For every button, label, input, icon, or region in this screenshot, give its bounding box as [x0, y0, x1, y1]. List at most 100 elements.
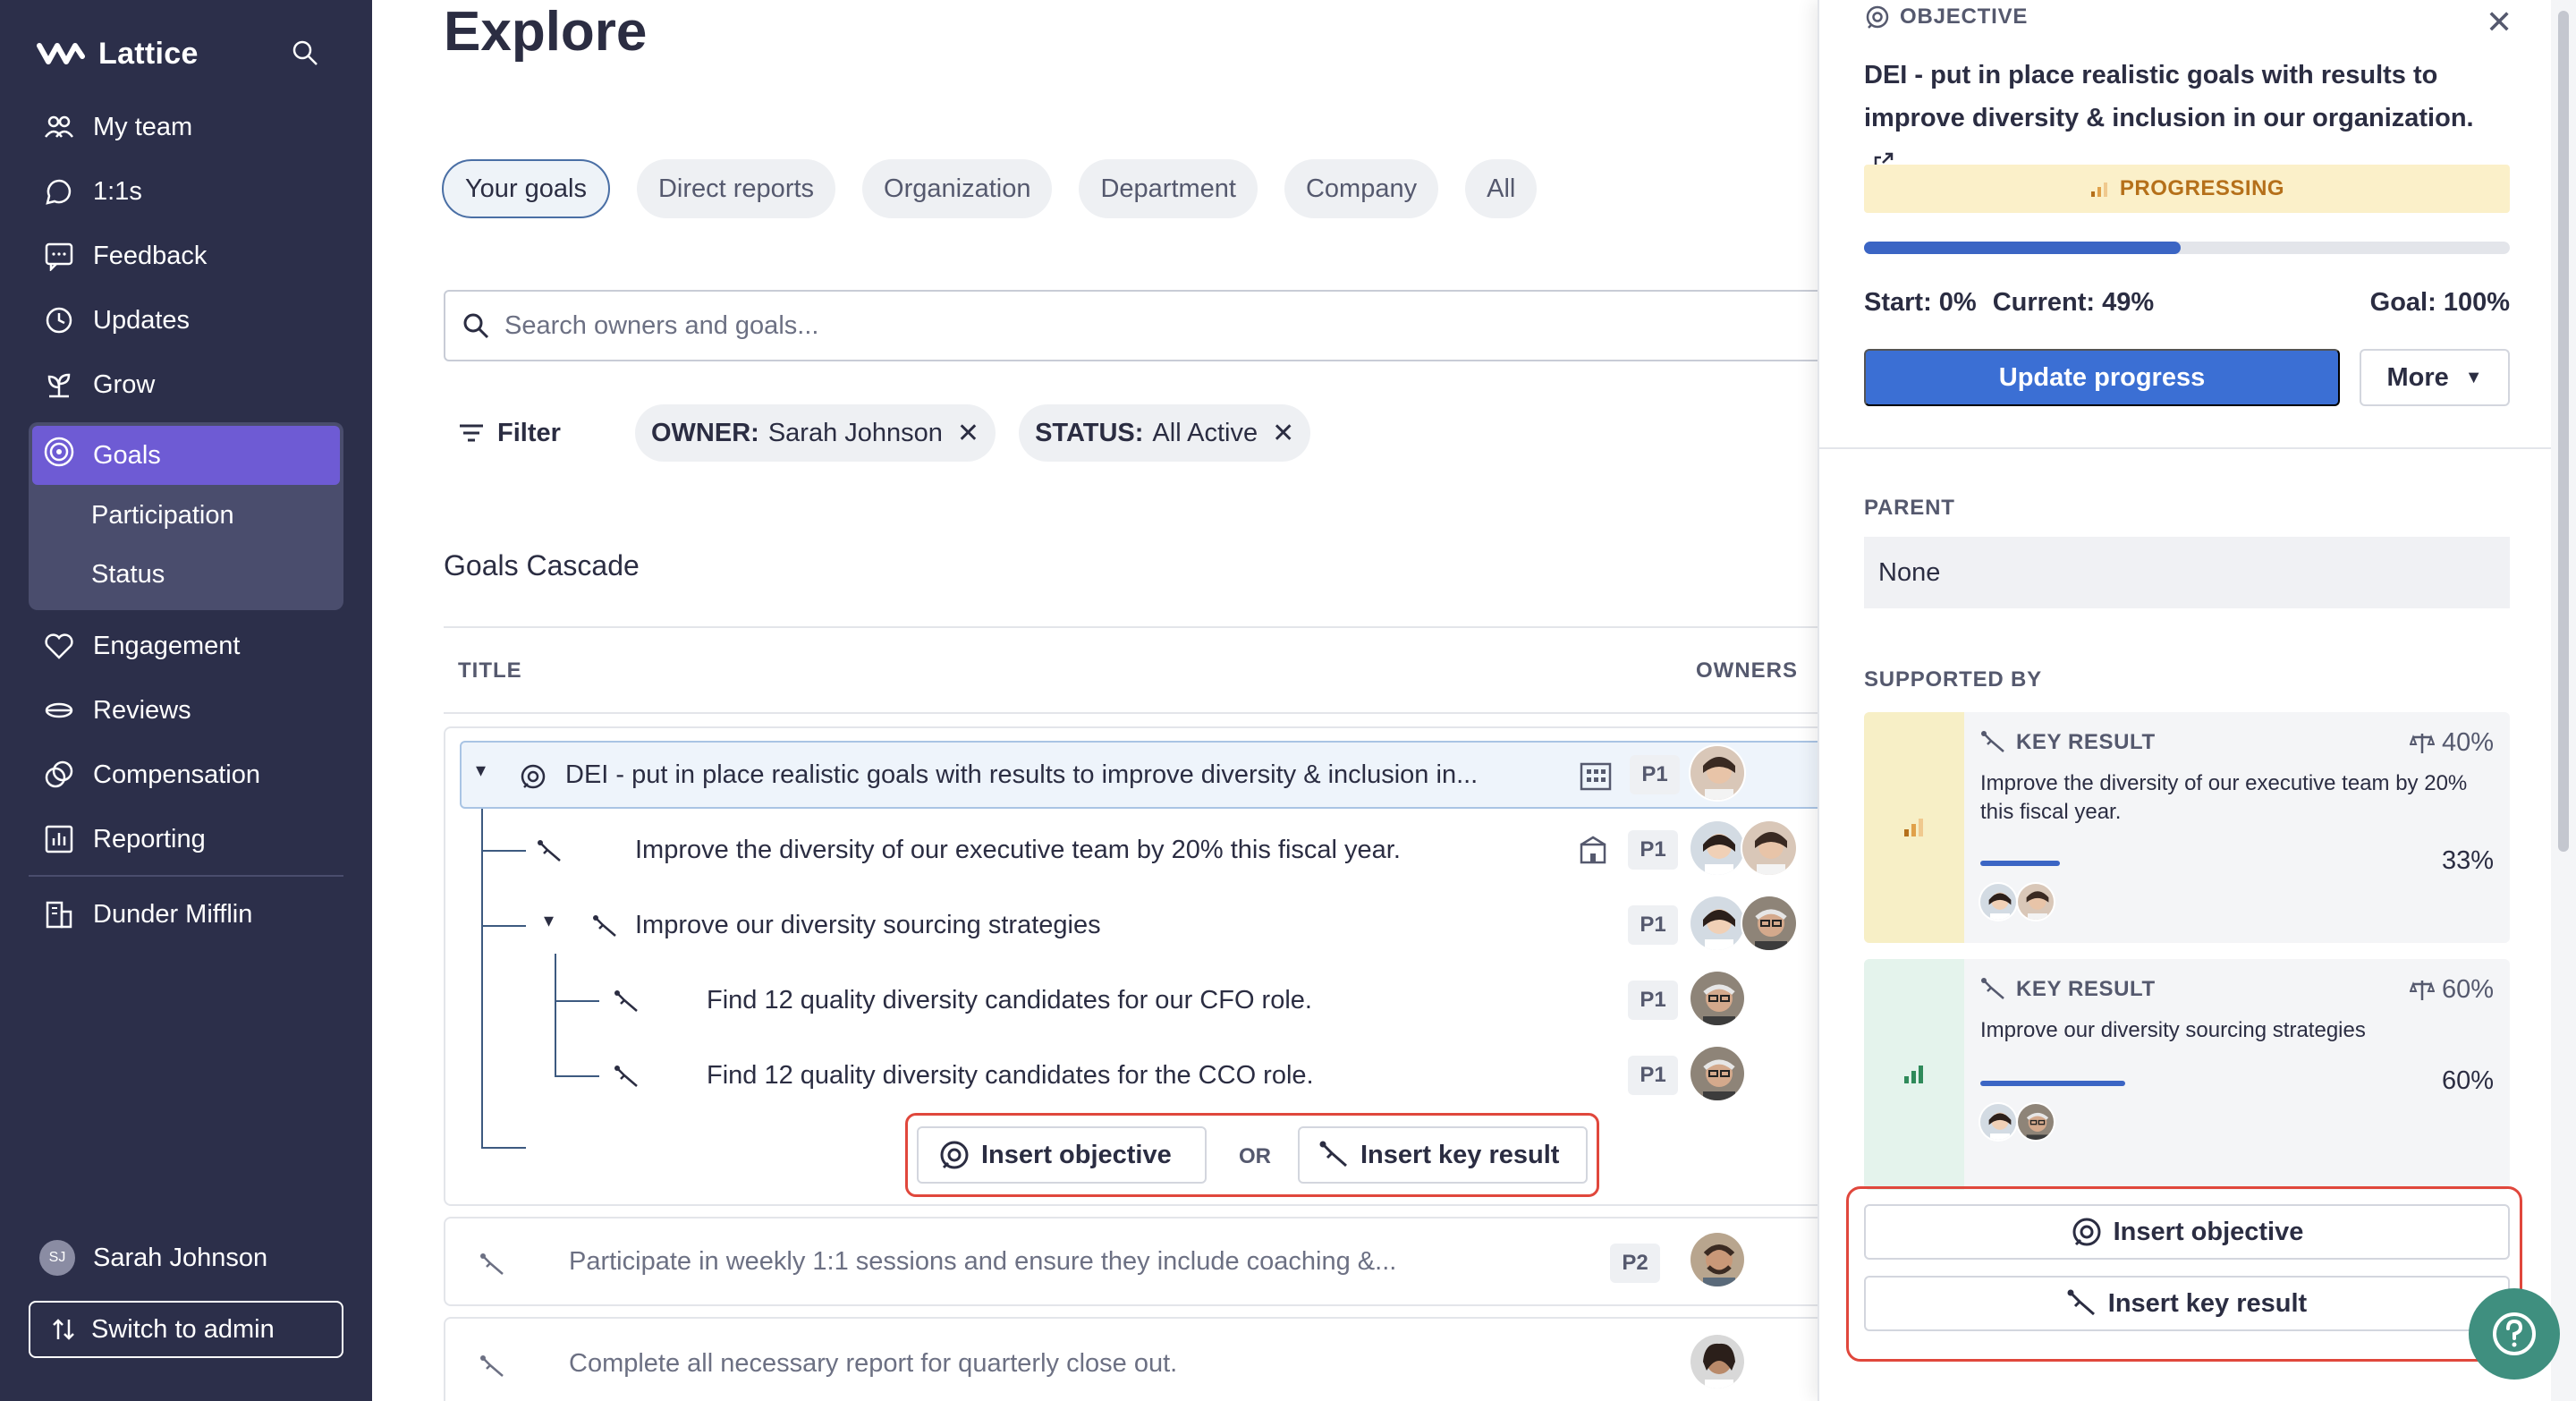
- goal-title[interactable]: Participate in weekly 1:1 sessions and e…: [569, 1247, 1396, 1277]
- close-icon[interactable]: ✕: [2486, 4, 2512, 41]
- scrollbar[interactable]: [2551, 0, 2576, 1401]
- avatar: SJ: [39, 1240, 75, 1276]
- search-input[interactable]: Search owners and goals...: [444, 290, 1821, 361]
- sidebar-item-label: Grow: [93, 369, 156, 399]
- sidebar-item-label: Reporting: [93, 824, 206, 853]
- sidebar-item-engagement[interactable]: Engagement: [29, 614, 343, 678]
- goal-title[interactable]: Find 12 quality diversity candidates for…: [707, 986, 1312, 1015]
- key-result-card[interactable]: KEY RESULT 40% Improve the diversity of …: [1864, 712, 2510, 943]
- avatar[interactable]: [1979, 1102, 2018, 1142]
- tab-all[interactable]: All: [1465, 159, 1538, 218]
- switch-arrows-icon: [53, 1319, 74, 1340]
- table-row[interactable]: Complete all necessary report for quarte…: [444, 1317, 1821, 1401]
- chip-value: Sarah Johnson: [767, 418, 943, 447]
- user-name: Sarah Johnson: [93, 1243, 268, 1272]
- goal-title[interactable]: Complete all necessary report for quarte…: [569, 1349, 1177, 1379]
- brand-logo[interactable]: Lattice: [36, 36, 199, 72]
- sidebar-item-grow[interactable]: Grow: [29, 352, 343, 417]
- insert-highlight: Insert objective OR Insert key result: [905, 1113, 1599, 1197]
- weight-value: 60%: [2441, 975, 2494, 1004]
- goal-title[interactable]: Find 12 quality diversity candidates for…: [707, 1061, 1314, 1091]
- key-result-progress-bar: [1980, 861, 2060, 866]
- avatar[interactable]: [2016, 882, 2055, 921]
- search-icon: [463, 313, 489, 339]
- avatar[interactable]: [1689, 1333, 1746, 1390]
- sidebar-item-1-1s[interactable]: 1:1s: [29, 159, 343, 224]
- priority-badge: P1: [1628, 1056, 1678, 1095]
- page-title: Explore: [444, 1, 648, 63]
- tab-direct-reports[interactable]: Direct reports: [636, 159, 836, 218]
- avatar[interactable]: [1689, 819, 1746, 877]
- search-icon[interactable]: [292, 39, 318, 66]
- feedback-icon: [43, 240, 75, 272]
- caret-down-icon: ▼: [2464, 367, 2483, 387]
- avatar[interactable]: [1689, 744, 1746, 802]
- switch-to-admin-button[interactable]: Switch to admin: [29, 1301, 343, 1358]
- tab-your-goals[interactable]: Your goals: [442, 159, 610, 218]
- insert-key-result-button[interactable]: Insert key result: [1298, 1126, 1588, 1184]
- sidebar-item-reviews[interactable]: Reviews: [29, 678, 343, 743]
- scrollbar-thumb[interactable]: [2558, 11, 2569, 852]
- table-row[interactable]: Participate in weekly 1:1 sessions and e…: [444, 1217, 1821, 1306]
- avatar[interactable]: [1689, 1231, 1746, 1288]
- goal-title[interactable]: Improve the diversity of our executive t…: [635, 836, 1401, 865]
- tab-company[interactable]: Company: [1284, 159, 1439, 218]
- tab-department[interactable]: Department: [1079, 159, 1258, 218]
- table-row[interactable]: Find 12 quality diversity candidates for…: [444, 966, 1821, 1034]
- tab-organization[interactable]: Organization: [862, 159, 1053, 218]
- clock-icon: [43, 304, 75, 336]
- parent-field[interactable]: None: [1864, 537, 2510, 608]
- sidebar-item-compensation[interactable]: Compensation: [29, 743, 343, 807]
- table-row[interactable]: Find 12 quality diversity candidates for…: [444, 1041, 1821, 1109]
- avatar[interactable]: [1741, 819, 1798, 877]
- avatar[interactable]: [1689, 970, 1746, 1027]
- table-row[interactable]: ▾ Improve our diversity sourcing strateg…: [444, 891, 1821, 959]
- sidebar-item-goals[interactable]: Goals: [32, 426, 340, 485]
- column-header-title: TITLE: [458, 658, 522, 683]
- insert-objective-label: Insert objective: [2113, 1217, 2304, 1246]
- update-progress-button[interactable]: Update progress: [1864, 349, 2340, 406]
- priority-badge: P1: [1628, 830, 1678, 870]
- filter-button[interactable]: Filter: [458, 419, 612, 448]
- sidebar-item-my-team[interactable]: My team: [29, 95, 343, 159]
- team-icon: [43, 111, 75, 143]
- chevron-down-icon[interactable]: ▾: [476, 759, 486, 782]
- more-button[interactable]: More ▼: [2360, 349, 2510, 406]
- table-row[interactable]: Improve the diversity of our executive t…: [444, 816, 1821, 884]
- filter-label: Filter: [497, 418, 561, 447]
- priority-badge: P1: [1628, 981, 1678, 1020]
- insert-objective-button[interactable]: Insert objective: [1864, 1204, 2510, 1260]
- sidebar-item-updates[interactable]: Updates: [29, 288, 343, 352]
- avatar[interactable]: [1689, 1045, 1746, 1102]
- chevron-down-icon[interactable]: ▾: [544, 909, 554, 932]
- sidebar-nav-org: Dunder Mifflin: [29, 882, 343, 947]
- insert-objective-button[interactable]: Insert objective: [917, 1126, 1207, 1184]
- key-result-icon: [538, 840, 561, 862]
- sidebar-subitem-participation[interactable]: Participation: [91, 501, 234, 531]
- key-result-card[interactable]: KEY RESULT 60% Improve our diversity sou…: [1864, 959, 2510, 1190]
- sidebar-subitem-status[interactable]: Status: [91, 560, 165, 590]
- sidebar-item-dunder-mifflin[interactable]: Dunder Mifflin: [29, 882, 343, 947]
- panel-title-text: DEI - put in place realistic goals with …: [1864, 61, 2474, 132]
- help-button[interactable]: [2469, 1288, 2560, 1380]
- panel-title[interactable]: DEI - put in place realistic goals with …: [1864, 54, 2490, 183]
- close-icon[interactable]: ✕: [1272, 418, 1294, 449]
- key-result-progress-bar: [1980, 1081, 2125, 1086]
- sidebar-item-label: Updates: [93, 305, 191, 335]
- current-user[interactable]: SJ Sarah Johnson: [39, 1240, 267, 1276]
- key-result-icon: [1981, 731, 2004, 752]
- table-row[interactable]: ▾ DEI - put in place realistic goals wit…: [460, 741, 1821, 809]
- avatar[interactable]: [1689, 895, 1746, 952]
- avatar[interactable]: [2016, 1102, 2055, 1142]
- signal-bars-icon: [1904, 1066, 1923, 1083]
- goal-title[interactable]: DEI - put in place realistic goals with …: [565, 760, 1478, 790]
- goal-title[interactable]: Improve our diversity sourcing strategie…: [635, 911, 1101, 940]
- sidebar-item-reporting[interactable]: Reporting: [29, 807, 343, 871]
- avatar[interactable]: [1979, 882, 2018, 921]
- avatar[interactable]: [1741, 895, 1798, 952]
- insert-key-result-button[interactable]: Insert key result: [1864, 1276, 2510, 1331]
- status-strip: [1864, 712, 1964, 943]
- close-icon[interactable]: ✕: [957, 418, 979, 449]
- objective-icon: [521, 764, 546, 789]
- sidebar-item-feedback[interactable]: Feedback: [29, 224, 343, 288]
